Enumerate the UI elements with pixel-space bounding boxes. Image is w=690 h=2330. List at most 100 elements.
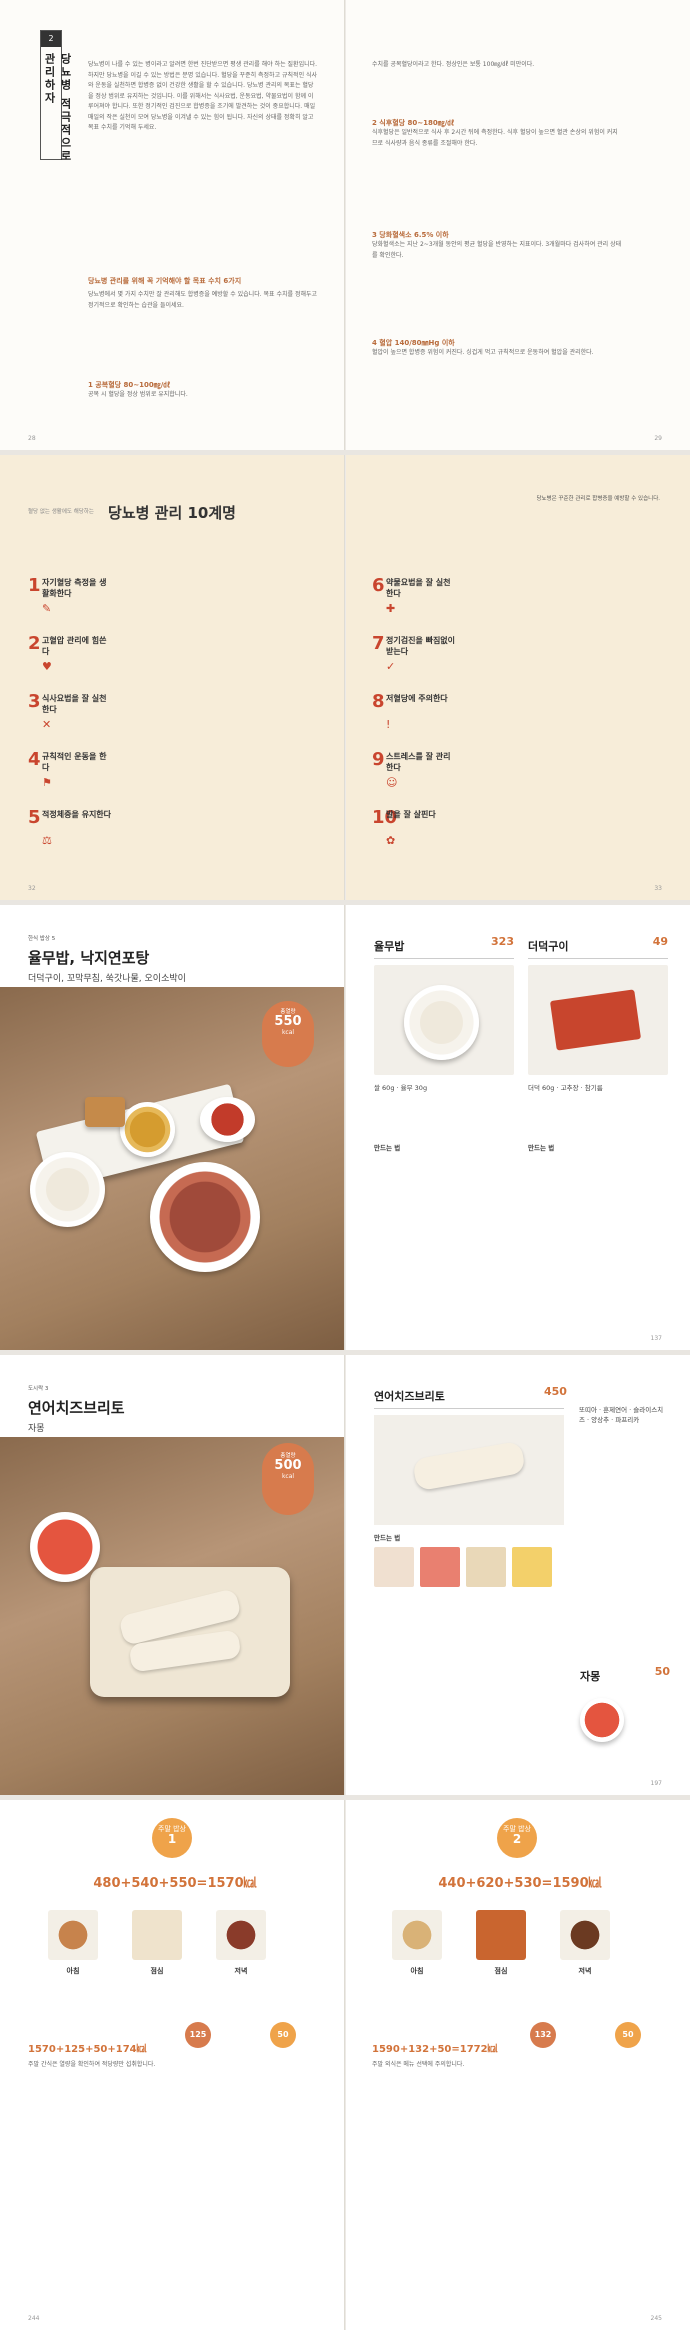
page-number-right: 137	[650, 1335, 662, 1342]
rule-icon: ✎	[42, 602, 52, 615]
dish1-ingredients: 또띠아 · 훈제연어 · 슬라이스치즈 · 양상추 · 파프리카	[579, 1406, 664, 1424]
target-subhead: 당뇨병 관리를 위해 꼭 기억해야 할 목표 수치 6가지	[88, 277, 242, 285]
spread-weekend-plans: 주말 밥상 1 480+540+550=1570㎉ 아침 점심 저녁 1570+…	[0, 1800, 690, 2330]
rule-title: 저혈당에 주의한다	[386, 694, 448, 703]
rule-icon: ✚	[386, 602, 396, 615]
rule-number: 4	[28, 749, 41, 770]
target-item-3-text: 당화혈색소는 지난 2~3개월 동안의 평균 혈당을 반영하는 지표이다. 3개…	[372, 241, 622, 259]
rule-title: 스트레스를 잘 관리한다	[386, 752, 451, 772]
plan2-note: 주말 외식은 메뉴 선택에 주의합니다.	[372, 2061, 465, 2068]
plan1-sum2: 1570+125+50+174㎉	[28, 2044, 147, 2055]
meal-title: 율무밥, 낙지연포탕	[28, 949, 150, 967]
plan2-dinner-label: 저녁	[578, 1967, 592, 1975]
spread-lunchbox: 도시락 3 연어치즈브리토 자몽 총열량 500 kcal 연어치즈브리토 45…	[0, 1355, 690, 1795]
rule-item: 7 정기검진을 빠짐없이 받는다 ✓	[372, 633, 672, 681]
kcal-badge: 총열량 550 kcal	[262, 1001, 314, 1067]
plan2-badge: 주말 밥상 2	[497, 1818, 537, 1858]
rule-icon: ⚑	[42, 776, 52, 789]
plan2-breakfast-photo	[392, 1910, 442, 1960]
kcal-badge: 총열량 500 kcal	[262, 1443, 314, 1515]
spine	[344, 455, 346, 900]
spread-korean-meal: 한식 밥상 5 율무밥, 낙지연포탕 더덕구이, 꼬막무침, 쑥갓나물, 오이소…	[0, 905, 690, 1350]
body-text-right: 수치를 공복혈당이라고 한다. 정상인은 보통 100㎎/㎗ 미만이다.	[372, 61, 535, 68]
rule-title: 고혈압 관리에 힘쓴다	[42, 636, 107, 656]
kcal-badge-unit: kcal	[281, 1029, 295, 1036]
tray	[90, 1567, 290, 1697]
dish1-card: 율무밥 323 쌀 60g · 율무 30g 만드는 법	[374, 935, 514, 1153]
grapefruit-photo	[580, 1698, 624, 1742]
target-item-2-text: 식후혈당은 일반적으로 식사 후 2시간 뒤에 측정한다. 식후 혈당이 높으면…	[372, 129, 618, 147]
rule-item: 8 저혈당에 주의한다!	[372, 691, 672, 739]
dish1-tips-label: 만드는 법	[374, 1144, 401, 1152]
target-item-3: 3 당화혈색소 6.5% 이하	[372, 231, 449, 239]
grilled-deodeok	[549, 989, 642, 1051]
plan1-lunch-label: 점심	[150, 1967, 164, 1975]
plan2-lunch-photo	[476, 1910, 526, 1960]
step-photo	[374, 1547, 414, 1587]
rule-item: 9 스트레스를 잘 관리한다 ☺	[372, 749, 672, 797]
plan1-snack2-badge: 50	[270, 2022, 296, 2048]
dish1-photo	[374, 965, 514, 1075]
dish1-card: 연어치즈브리토 450 또띠아 · 훈제연어 · 슬라이스치즈 · 양상추 · …	[374, 1385, 664, 1587]
dish1-ingredients: 쌀 60g · 율무 30g	[374, 1084, 428, 1092]
dish2-name: 더덕구이	[528, 940, 569, 953]
rule-number: 5	[28, 807, 41, 828]
rule-item: 3 식사요법을 잘 실천한다 ✕	[28, 691, 328, 739]
dish1-name: 율무밥	[374, 940, 405, 953]
body-text-left: 당뇨병이 나를 수 있는 병이라고 알려면 한번 진단받으면 평생 관리를 해야…	[88, 61, 318, 131]
plan2-sum2: 1590+132+50=1772㎉	[372, 2044, 498, 2055]
rule-icon: ♥	[42, 660, 52, 673]
plan1-badge: 주말 밥상 1	[152, 1818, 192, 1858]
kcal-badge-unit: kcal	[281, 1473, 295, 1480]
lunchbox-kicker: 도시락 3	[28, 1386, 49, 1392]
plan1-breakfast-photo	[48, 1910, 98, 1960]
target-item-4: 4 혈압 140/80㎜Hg 이하	[372, 339, 455, 347]
rule-item: 5 적정체중을 유지한다 ⚖	[28, 807, 328, 855]
meal-kicker: 한식 밥상 5	[28, 936, 56, 942]
page-number-right: 245	[650, 2315, 662, 2322]
rule-icon: ✓	[386, 660, 396, 673]
dish2-kcal: 49	[652, 935, 668, 948]
dish2-name: 자몽	[580, 1670, 601, 1683]
dish2-card: 자몽 50	[580, 1665, 670, 1742]
soup-bowl	[150, 1162, 260, 1272]
plan2-lunch-label: 점심	[494, 1967, 508, 1975]
plan2-breakfast-label: 아침	[410, 1967, 424, 1975]
target-item-1: 1 공복혈당 80~100㎎/㎗	[88, 381, 171, 389]
rule-number: 2	[28, 633, 41, 654]
rule-icon: !	[386, 718, 391, 731]
dish2-kcal: 50	[654, 1665, 670, 1678]
step-photo	[420, 1547, 460, 1587]
plan2-snack2-badge: 50	[615, 2022, 641, 2048]
rules-title: 당뇨병 관리 10계명	[108, 504, 236, 522]
rule-title: 약물요법을 잘 실천한다	[386, 578, 451, 598]
body-text-left-2: 당뇨병에서 몇 가지 수치만 잘 관리해도 합병증을 예방할 수 있습니다. 목…	[88, 291, 318, 309]
lunchbox-title: 연어치즈브리토	[28, 1399, 125, 1417]
rule-number: 1	[28, 575, 41, 596]
spread-chapter-intro: 2 당뇨병 적극적으로 관리하자 당뇨병이 나를 수 있는 병이라고 알려면 한…	[0, 0, 690, 450]
plan2-badge-num: 2	[512, 1832, 522, 1846]
dish2-ingredients: 더덕 60g · 고추장 · 참기름	[528, 1084, 603, 1092]
rule-item: 4 규칙적인 운동을 한다 ⚑	[28, 749, 328, 797]
page-number-right: 29	[654, 435, 662, 442]
step-photo	[466, 1547, 506, 1587]
kimchi-bowl	[200, 1097, 255, 1142]
rule-item: 6 약물요법을 잘 실천한다 ✚	[372, 575, 672, 623]
plan1-snack1-badge: 125	[185, 2022, 211, 2048]
page-number-left: 32	[28, 885, 36, 892]
dish1-kcal: 323	[491, 935, 514, 948]
target-item-1-text: 공복 시 혈당을 정상 범위로 유지합니다.	[88, 391, 188, 398]
side-dish	[85, 1097, 125, 1127]
rice-bowl	[30, 1152, 105, 1227]
plan1-dinner-label: 저녁	[234, 1967, 248, 1975]
rule-item: 2 고혈압 관리에 힘쓴다 ♥	[28, 633, 328, 681]
rule-item: 10 발을 잘 살핀다 ✿	[372, 807, 672, 855]
rule-number: 7	[372, 633, 385, 654]
plan2-sum: 440+620+530=1590㎉	[438, 1876, 602, 1891]
burrito	[412, 1440, 526, 1492]
plan1-badge-num: 1	[167, 1832, 177, 1846]
plan1-breakfast-label: 아침	[66, 1967, 80, 1975]
page-number-left: 244	[28, 2315, 40, 2322]
rule-number: 8	[372, 691, 385, 712]
target-item-2: 2 식후혈당 80~180㎎/㎗	[372, 119, 455, 127]
